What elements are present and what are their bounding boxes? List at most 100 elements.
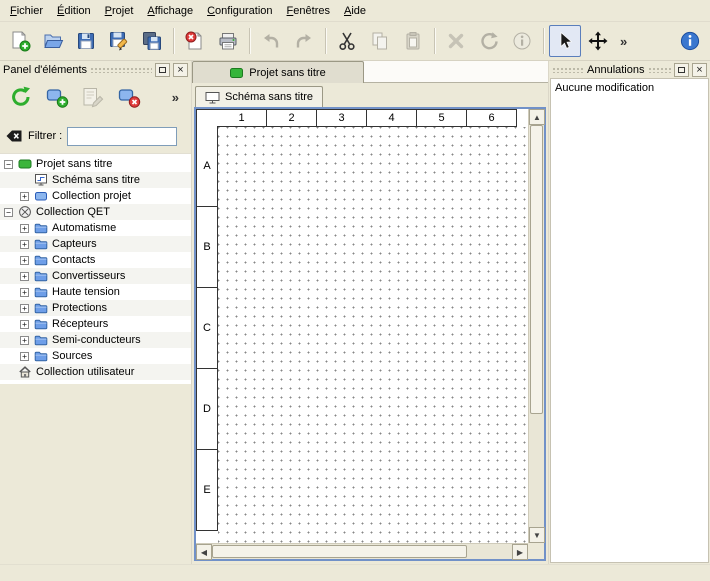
row-header: D [196, 368, 218, 450]
tab-schema[interactable]: Schéma sans titre [195, 86, 323, 107]
dock-float-button[interactable] [674, 63, 689, 77]
print-button[interactable] [212, 25, 244, 57]
delete-selection-button[interactable] [440, 25, 472, 57]
menu-item-configuration[interactable]: Configuration [200, 2, 279, 20]
folder-icon [33, 237, 48, 251]
dock-close-button[interactable]: × [692, 63, 707, 77]
clear-filter-button[interactable] [5, 128, 23, 144]
menu-item-projet[interactable]: Projet [98, 2, 141, 20]
redo-button[interactable] [288, 25, 320, 57]
tree-item-label: Protections [48, 302, 107, 314]
tree-item-collection-qet[interactable]: −Collection QET [0, 204, 191, 220]
dock-grip-handle[interactable] [90, 66, 152, 73]
delete-element-button[interactable] [115, 83, 143, 111]
tree-item-collection-utilisateur[interactable]: Collection utilisateur [0, 364, 191, 380]
reload-collections-button[interactable] [7, 83, 35, 111]
tree-expander[interactable]: + [20, 192, 29, 201]
tree-item-protections[interactable]: + Protections [0, 300, 191, 316]
vertical-scrollbar-track[interactable] [529, 125, 544, 527]
menu-item-edition[interactable]: Édition [50, 2, 98, 20]
save-file-button[interactable] [70, 25, 102, 57]
about-button[interactable] [674, 25, 706, 57]
tree-item-automatisme[interactable]: +Automatisme [0, 220, 191, 236]
print-icon [217, 30, 239, 52]
tree-expander[interactable]: + [20, 224, 29, 233]
tree-item-contacts[interactable]: +Contacts [0, 252, 191, 268]
tree-item-recepteurs[interactable]: +Récepteurs [0, 316, 191, 332]
select-mode-button[interactable] [549, 25, 581, 57]
tree-expander[interactable]: + [20, 256, 29, 265]
menu-item-affichage[interactable]: Affichage [140, 2, 200, 20]
folder-icon [33, 253, 48, 267]
rotate-selection-button[interactable] [473, 25, 505, 57]
horizontal-scrollbar[interactable]: ◀ ▶ [196, 543, 528, 559]
tab-project[interactable]: Projet sans titre [192, 61, 364, 83]
cut-button[interactable] [331, 25, 363, 57]
column-header: 6 [466, 109, 517, 127]
open-file-button[interactable] [37, 25, 69, 57]
horizontal-scrollbar-thumb[interactable] [212, 545, 467, 558]
scroll-left-icon: ◀ [201, 548, 207, 557]
tree-expander[interactable]: + [20, 320, 29, 329]
tree-expander[interactable]: − [4, 208, 13, 217]
close-icon: × [696, 65, 702, 75]
dock-close-button[interactable]: × [173, 63, 188, 77]
pan-mode-button[interactable] [582, 25, 614, 57]
tree-item-semi-conducteurs[interactable]: +Semi-conducteurs [0, 332, 191, 348]
new-element-button[interactable] [43, 83, 71, 111]
undo-button[interactable] [255, 25, 287, 57]
dock-float-button[interactable] [155, 63, 170, 77]
vertical-scrollbar-thumb[interactable] [530, 125, 543, 414]
tree-expander[interactable]: + [20, 352, 29, 361]
menu-item-aide[interactable]: Aide [337, 2, 373, 20]
dock-grip-handle[interactable] [552, 66, 584, 73]
menu-item-fichier[interactable]: Fichier [3, 2, 50, 20]
menu-item-fenetres[interactable]: Fenêtres [280, 2, 337, 20]
panel-overflow-button[interactable]: » [167, 88, 184, 107]
vertical-scrollbar[interactable]: ▲ ▼ [528, 109, 544, 543]
tree-expander[interactable]: + [20, 304, 29, 313]
filter-label: Filtrer : [28, 130, 62, 142]
paste-icon [402, 30, 424, 52]
filter-input[interactable] [67, 127, 177, 146]
save-file-as-button[interactable] [103, 25, 135, 57]
tree-item-sources[interactable]: +Sources [0, 348, 191, 364]
toolbar-separator [173, 28, 174, 54]
tree-expander[interactable]: + [20, 336, 29, 345]
toolbar-separator [325, 28, 326, 54]
tree-item-label: Schéma sans titre [48, 174, 140, 186]
dock-grip-handle[interactable] [648, 66, 672, 73]
tree-expander[interactable]: + [20, 288, 29, 297]
tree-expander[interactable]: − [4, 160, 13, 169]
move-icon [587, 30, 609, 52]
horizontal-scrollbar-track[interactable] [212, 544, 512, 559]
diagram-canvas[interactable] [218, 127, 528, 543]
selection-properties-button[interactable] [506, 25, 538, 57]
undo-list[interactable]: Aucune modification [550, 78, 709, 563]
scroll-up-button[interactable]: ▲ [529, 109, 545, 125]
tree-expander[interactable]: + [20, 240, 29, 249]
copy-button[interactable] [364, 25, 396, 57]
tree-expander[interactable]: + [20, 272, 29, 281]
filter-row: Filtrer : [0, 123, 191, 149]
folder-icon [33, 349, 48, 363]
tree-item-convertisseurs[interactable]: +Convertisseurs [0, 268, 191, 284]
scroll-right-button[interactable]: ▶ [512, 544, 528, 560]
close-icon: × [177, 65, 183, 75]
scroll-down-button[interactable]: ▼ [529, 527, 545, 543]
tree-item-haute-tension[interactable]: +Haute tension [0, 284, 191, 300]
paste-button[interactable] [397, 25, 429, 57]
new-file-button[interactable] [4, 25, 36, 57]
tree-item-capteurs[interactable]: +Capteurs [0, 236, 191, 252]
tree-item-schema-sans-titre[interactable]: Schéma sans titre [0, 172, 191, 188]
save-all-button[interactable] [136, 25, 168, 57]
edit-element-button[interactable] [79, 83, 107, 111]
tree-item-label: Projet sans titre [32, 158, 112, 170]
tree-item-projet-sans-titre[interactable]: − Projet sans titre [0, 156, 191, 172]
reload-collections-icon [9, 85, 33, 109]
toolbar-overflow-button[interactable]: » [615, 32, 632, 51]
scroll-left-button[interactable]: ◀ [196, 544, 212, 560]
elements-panel: Panel d'éléments × » [0, 61, 192, 564]
tree-item-collection-projet[interactable]: +Collection projet [0, 188, 191, 204]
close-file-button[interactable] [179, 25, 211, 57]
